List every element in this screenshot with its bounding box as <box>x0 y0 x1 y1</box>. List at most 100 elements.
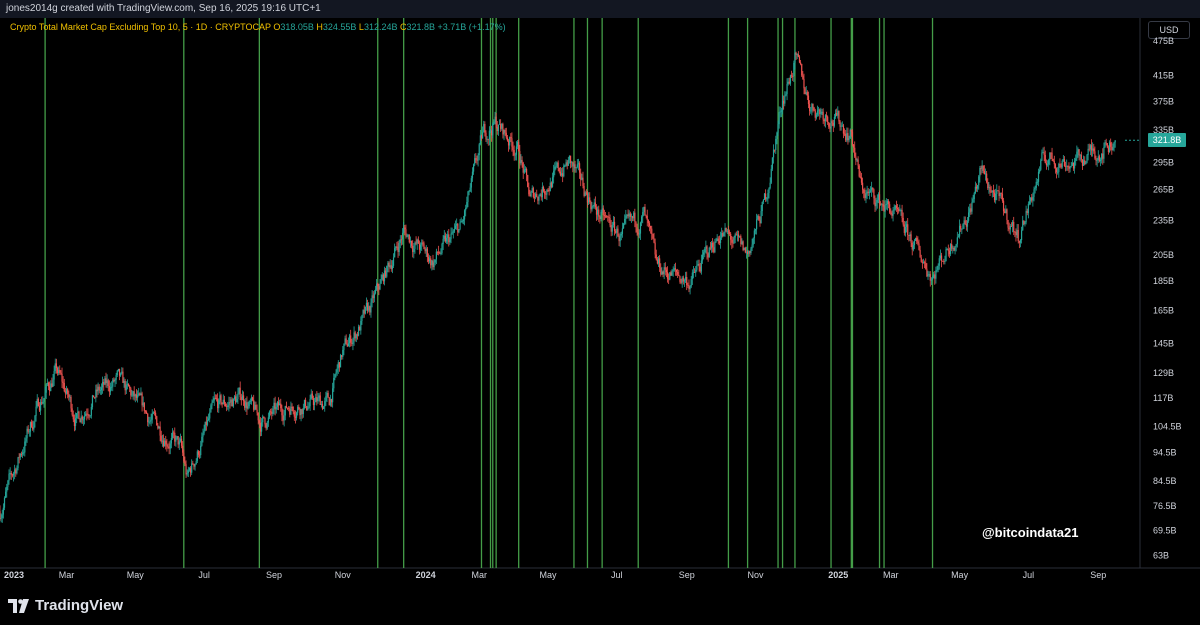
candle-body <box>913 240 916 246</box>
candle-body <box>222 399 224 405</box>
candle-body <box>1064 166 1067 167</box>
candle-body <box>9 472 11 474</box>
candle-body <box>665 269 668 273</box>
candle-body <box>981 165 983 169</box>
candle-body <box>655 254 657 260</box>
candle-body <box>245 402 247 408</box>
candle-body <box>1075 158 1077 161</box>
candle-body <box>862 182 864 190</box>
candle-body <box>733 237 735 244</box>
candle-body <box>662 271 664 275</box>
candle-body <box>366 302 369 311</box>
candle-body <box>750 248 752 253</box>
candle-body <box>191 463 193 473</box>
candle-body <box>969 208 971 213</box>
candle-body <box>458 229 460 233</box>
candle-body <box>7 480 9 487</box>
candle-body <box>240 397 242 401</box>
candle-body <box>1006 209 1008 220</box>
candle-body <box>544 191 546 194</box>
candle-body <box>964 220 966 225</box>
candle-body <box>1034 187 1036 190</box>
candle-body <box>788 81 790 84</box>
candle-body <box>865 194 867 198</box>
candle-body <box>500 123 502 129</box>
candle-body <box>460 221 462 223</box>
candle-body <box>863 189 865 194</box>
candle-body <box>990 191 992 193</box>
candle-body <box>315 397 317 403</box>
candle-body <box>635 221 637 228</box>
candle-body <box>454 225 457 229</box>
candle-body <box>889 204 891 213</box>
candle-body <box>187 470 189 473</box>
candle-body <box>942 260 944 262</box>
candle-body <box>848 138 850 141</box>
y-tick-label: 475B <box>1153 36 1174 46</box>
candle-body <box>1106 143 1108 148</box>
candle-body <box>365 302 368 307</box>
candle-body <box>875 202 877 207</box>
candle-body <box>1086 155 1088 163</box>
candle-body <box>869 190 872 192</box>
candle-body <box>794 52 796 63</box>
candle-body <box>797 54 799 57</box>
candle-body <box>43 398 45 402</box>
candle-body <box>842 125 845 134</box>
candle-body <box>72 414 74 420</box>
candle-body <box>880 203 882 205</box>
candle-body <box>772 149 775 158</box>
candle-body <box>741 241 743 245</box>
candle-body <box>115 375 117 380</box>
candle-body <box>606 216 608 217</box>
candle-body <box>289 408 291 415</box>
candle-body <box>792 76 794 77</box>
candle-body <box>416 239 418 244</box>
candle-body <box>148 421 150 423</box>
candle-body <box>29 422 32 432</box>
candle-body <box>846 133 848 141</box>
candle-body <box>156 416 158 426</box>
candle-body <box>143 402 145 411</box>
candle-body <box>179 438 182 442</box>
price-chart[interactable]: 475B415B375B335B295B265B235B205B185B165B… <box>0 18 1200 588</box>
candle-body <box>591 206 593 210</box>
candle-body <box>892 210 894 216</box>
candle-body <box>837 110 839 116</box>
candle-body <box>412 245 414 252</box>
x-tick-label: Mar <box>471 570 487 580</box>
candle-body <box>333 377 335 389</box>
candle-body <box>726 230 728 232</box>
candle-body <box>961 229 963 230</box>
candle-body <box>85 413 87 417</box>
candle-body <box>381 274 383 280</box>
tradingview-logo[interactable]: TradingView <box>8 597 123 614</box>
candle-body <box>326 392 328 397</box>
candle-body <box>944 260 946 262</box>
candle-body <box>851 131 854 145</box>
candle-body <box>220 395 222 403</box>
candle-body <box>173 432 175 434</box>
candle-body <box>105 378 107 384</box>
candle-body <box>558 167 560 172</box>
candle-body <box>692 272 695 273</box>
candle-body <box>548 189 550 192</box>
candle-body <box>130 388 132 396</box>
candle-body <box>129 386 131 389</box>
candle-body <box>857 159 859 166</box>
candle-body <box>1084 160 1086 165</box>
candle-body <box>1036 181 1038 183</box>
candle-body <box>919 249 921 258</box>
candle-body <box>56 367 59 374</box>
candle-body <box>1107 147 1110 152</box>
candle-body <box>522 162 524 173</box>
candle-body <box>756 219 758 230</box>
candle-body <box>425 248 427 252</box>
candle-body <box>1049 152 1051 161</box>
candle-body <box>1015 232 1017 236</box>
candle-body <box>87 414 89 416</box>
candle-body <box>1071 162 1073 166</box>
candle-body <box>1072 162 1075 169</box>
candle-body <box>1077 149 1079 152</box>
candle-body <box>999 193 1001 197</box>
